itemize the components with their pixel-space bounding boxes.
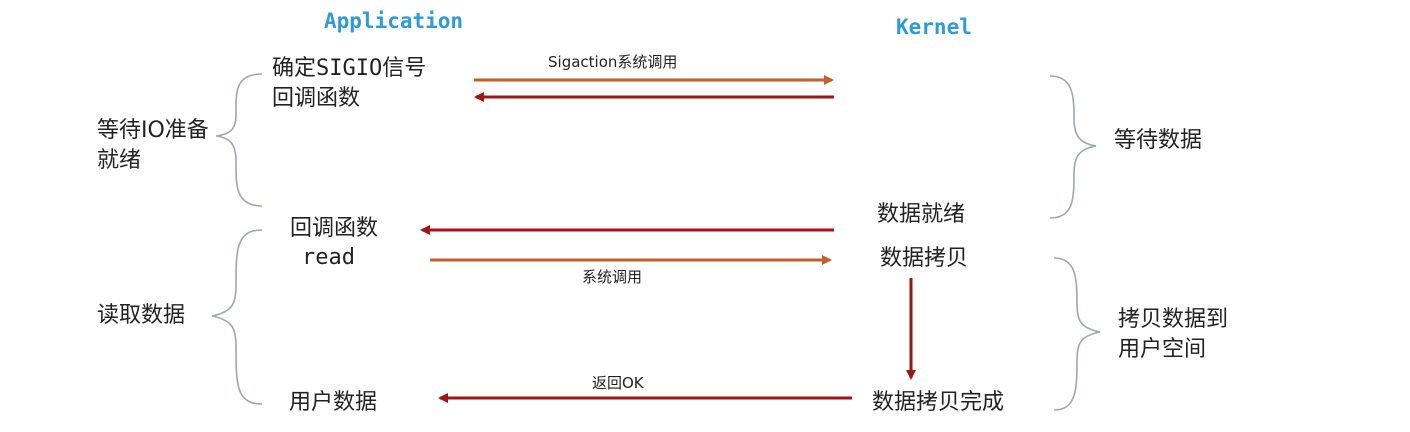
callback-label: 回调函数	[290, 216, 379, 241]
data-ready-label: 数据就绪	[877, 202, 966, 227]
user-data-label: 用户数据	[289, 390, 378, 415]
copy-line1: 拷贝数据到	[1118, 307, 1229, 332]
signal-driven-io-diagram: Application Kernel 确定SIGIO信号 回调函数 回调函数 r…	[0, 0, 1410, 432]
wait-data-phase-label: 等待数据	[1114, 128, 1203, 153]
syscall-label: 系统调用	[582, 268, 643, 286]
copy-done-label: 数据拷贝完成	[872, 390, 1005, 415]
sigaction-label: Sigaction系统调用	[548, 53, 678, 71]
wait-io-line1: 等待IO准备	[97, 118, 209, 143]
brace-copy-data	[1053, 257, 1101, 411]
wait-io-phase-label: 等待IO准备 就绪	[97, 120, 209, 172]
brace-wait-io	[215, 73, 263, 207]
copy-phase-label: 拷贝数据到 用户空间	[1118, 309, 1228, 361]
brace-wait-data	[1049, 75, 1097, 219]
application-header: Application	[324, 9, 464, 33]
data-copy-label: 数据拷贝	[880, 246, 969, 271]
read-label: read	[302, 245, 355, 270]
kernel-header: Kernel	[896, 15, 972, 39]
register-sigio-label: 确定SIGIO信号 回调函数	[272, 58, 426, 110]
return-ok-label: 返回OK	[592, 374, 644, 392]
wait-io-line2: 就绪	[97, 148, 142, 173]
copy-line2: 用户空间	[1118, 337, 1207, 362]
register-callback-line: 回调函数	[272, 86, 361, 111]
read-data-phase-label: 读取数据	[97, 303, 186, 328]
diagram-graphics	[211, 73, 1101, 411]
register-prefix: 确定	[272, 56, 317, 81]
register-suffix: 信号	[382, 56, 427, 81]
brace-read-data	[211, 229, 263, 405]
register-sigio-code: SIGIO	[316, 56, 383, 81]
